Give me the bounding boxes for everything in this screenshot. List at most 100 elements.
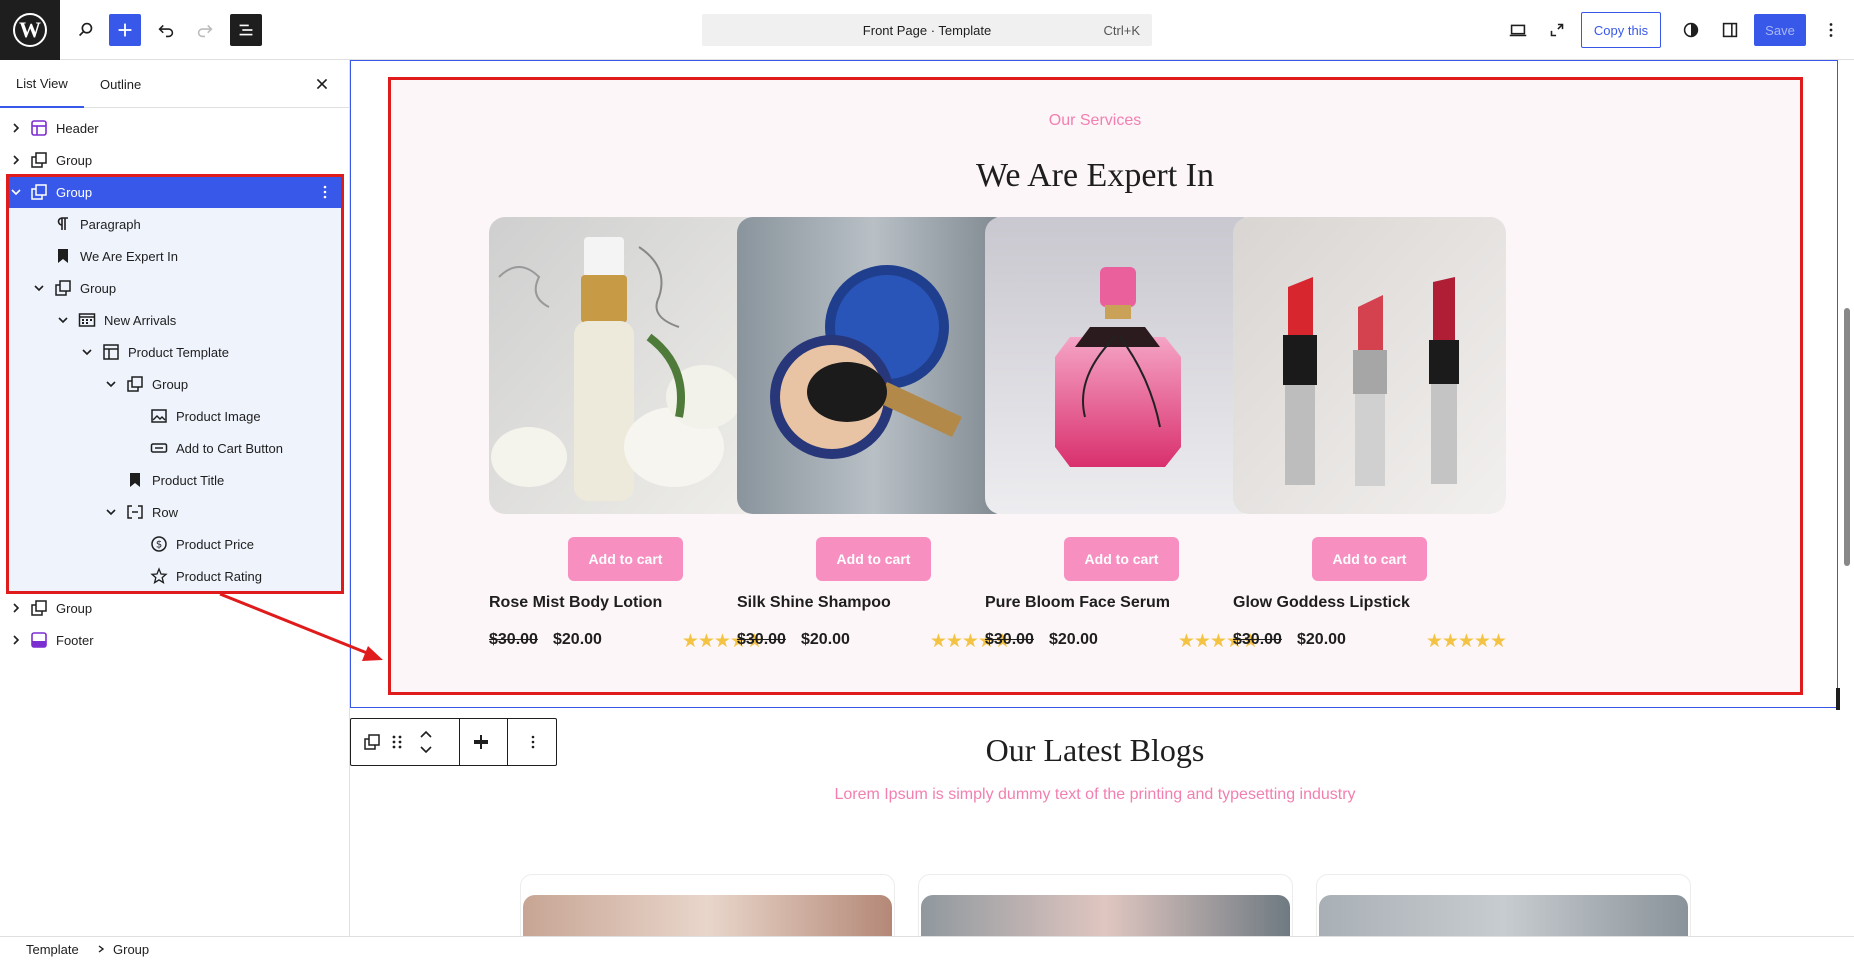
command-palette-bar[interactable]: Front Page · Template Ctrl+K	[702, 14, 1152, 46]
paragraph-icon	[57, 217, 68, 230]
document-overview-button[interactable]	[230, 14, 262, 46]
command-shortcut: Ctrl+K	[1103, 23, 1140, 38]
wordpress-icon: W	[13, 13, 47, 47]
editor-top-bar: W Front Page · Template Ctrl+K Copy this…	[0, 0, 1854, 60]
expand-icon	[1550, 23, 1564, 37]
tree-item-group[interactable]: Group	[8, 368, 344, 400]
image-icon	[151, 409, 167, 423]
chevron-right-icon[interactable]	[9, 121, 23, 135]
redo-icon	[197, 24, 213, 38]
tree-item-product-title[interactable]: Product Title	[8, 464, 344, 496]
svg-text:$: $	[156, 540, 162, 551]
tab-list-view[interactable]: List View	[0, 60, 84, 108]
currency-icon: $	[151, 536, 167, 552]
tree-item-label: Paragraph	[80, 217, 141, 232]
button-icon	[150, 443, 168, 453]
styles-button[interactable]	[1675, 14, 1707, 46]
undo-button[interactable]	[150, 14, 182, 46]
tree-item-label: Product Image	[176, 409, 261, 424]
tree-item-product-price[interactable]: $ Product Price	[8, 528, 344, 560]
breadcrumb-current[interactable]: Group	[113, 942, 149, 957]
breadcrumb-root[interactable]: Template	[26, 942, 79, 957]
layout-icon	[103, 344, 119, 360]
tree-item-label: Group	[56, 153, 93, 168]
chevron-down-icon[interactable]	[104, 505, 118, 519]
tree-item-product-image[interactable]: Product Image	[8, 400, 344, 432]
wordpress-logo-button[interactable]: W	[0, 0, 60, 60]
tree-item-group[interactable]: Group	[0, 144, 344, 176]
blog-card[interactable]	[918, 874, 1293, 936]
group-icon	[31, 184, 47, 200]
tree-item-group-selected[interactable]: Group	[8, 176, 344, 208]
tree-item-product-template[interactable]: Product Template	[8, 336, 344, 368]
chevron-down-icon[interactable]	[80, 345, 94, 359]
group-icon	[55, 280, 71, 296]
blogs-subtitle[interactable]: Lorem Ipsum is simply dummy text of the …	[350, 786, 1840, 804]
canvas-scrollbar[interactable]	[1840, 60, 1854, 936]
list-view-icon	[239, 24, 253, 36]
bookmark-icon	[58, 249, 68, 263]
selected-group-block[interactable]: Our Services We Are Expert In Add to car…	[350, 60, 1838, 708]
contrast-icon	[1683, 22, 1699, 38]
calendar-grid-icon	[78, 313, 96, 327]
tree-item-row[interactable]: Row	[8, 496, 344, 528]
sidebar-icon	[1722, 22, 1738, 38]
tree-item-label: Header	[56, 121, 99, 136]
vertical-ellipsis-icon[interactable]	[316, 183, 334, 201]
vertical-ellipsis-icon	[1829, 23, 1833, 37]
bookmark-icon	[130, 473, 140, 487]
tree-item-label: Group	[152, 377, 189, 392]
blog-image	[523, 895, 892, 936]
scrollbar-thumb[interactable]	[1844, 308, 1850, 566]
group-icon	[127, 376, 143, 392]
search-icon	[78, 22, 93, 37]
blog-card[interactable]	[520, 874, 895, 936]
chevron-right-icon[interactable]	[9, 153, 23, 167]
options-menu-button[interactable]	[1815, 14, 1847, 46]
chevron-right-icon	[98, 945, 105, 953]
tree-item-label: Group	[80, 281, 117, 296]
chevron-down-icon[interactable]	[9, 185, 23, 199]
template-part-icon	[31, 120, 47, 136]
tree-item-label: Product Rating	[176, 569, 262, 584]
chevron-right-icon[interactable]	[9, 633, 23, 647]
copy-this-button[interactable]: Copy this	[1581, 12, 1661, 48]
chevron-down-icon[interactable]	[104, 377, 118, 391]
preview-desktop-button[interactable]	[1502, 14, 1534, 46]
tree-item-label: Add to Cart Button	[176, 441, 283, 456]
panel-tabs: List View Outline	[0, 60, 349, 108]
close-icon[interactable]	[311, 73, 333, 95]
chevron-right-icon[interactable]	[9, 601, 23, 615]
blogs-heading[interactable]: Our Latest Blogs	[350, 732, 1840, 769]
zoom-out-button[interactable]	[1541, 14, 1573, 46]
tree-item-label: Row	[152, 505, 179, 520]
tree-item-heading[interactable]: We Are Expert In	[8, 240, 344, 272]
blog-card[interactable]	[1316, 874, 1691, 936]
tree-item-footer[interactable]: Footer	[0, 624, 344, 656]
tree-item-product-rating[interactable]: Product Rating	[8, 560, 344, 592]
redo-button[interactable]	[189, 14, 221, 46]
star-icon	[150, 567, 168, 584]
tree-item-label: Group	[56, 185, 93, 200]
tree-item-paragraph[interactable]: Paragraph	[8, 208, 344, 240]
group-icon	[31, 152, 47, 168]
tree-item-header[interactable]: Header	[0, 112, 344, 144]
tree-item-label: Product Price	[176, 537, 255, 552]
tree-item-label: We Are Expert In	[80, 249, 179, 264]
search-button[interactable]	[70, 14, 102, 46]
tab-outline[interactable]: Outline	[100, 60, 141, 108]
row-icon	[127, 505, 143, 519]
chevron-down-icon[interactable]	[56, 313, 70, 327]
chevron-down-icon[interactable]	[32, 281, 46, 295]
tree-item-add-to-cart[interactable]: Add to Cart Button	[8, 432, 344, 464]
group-icon	[31, 600, 47, 616]
template-part-icon	[31, 632, 47, 648]
blog-image	[921, 895, 1290, 936]
save-button[interactable]: Save	[1754, 14, 1806, 46]
block-inserter-button[interactable]	[109, 14, 141, 46]
settings-sidebar-button[interactable]	[1714, 14, 1746, 46]
tree-item-group[interactable]: Group	[8, 272, 344, 304]
tree-item-product-collection[interactable]: New Arrivals	[8, 304, 344, 336]
tree-item-group[interactable]: Group	[0, 592, 344, 624]
desktop-icon	[1509, 24, 1527, 37]
